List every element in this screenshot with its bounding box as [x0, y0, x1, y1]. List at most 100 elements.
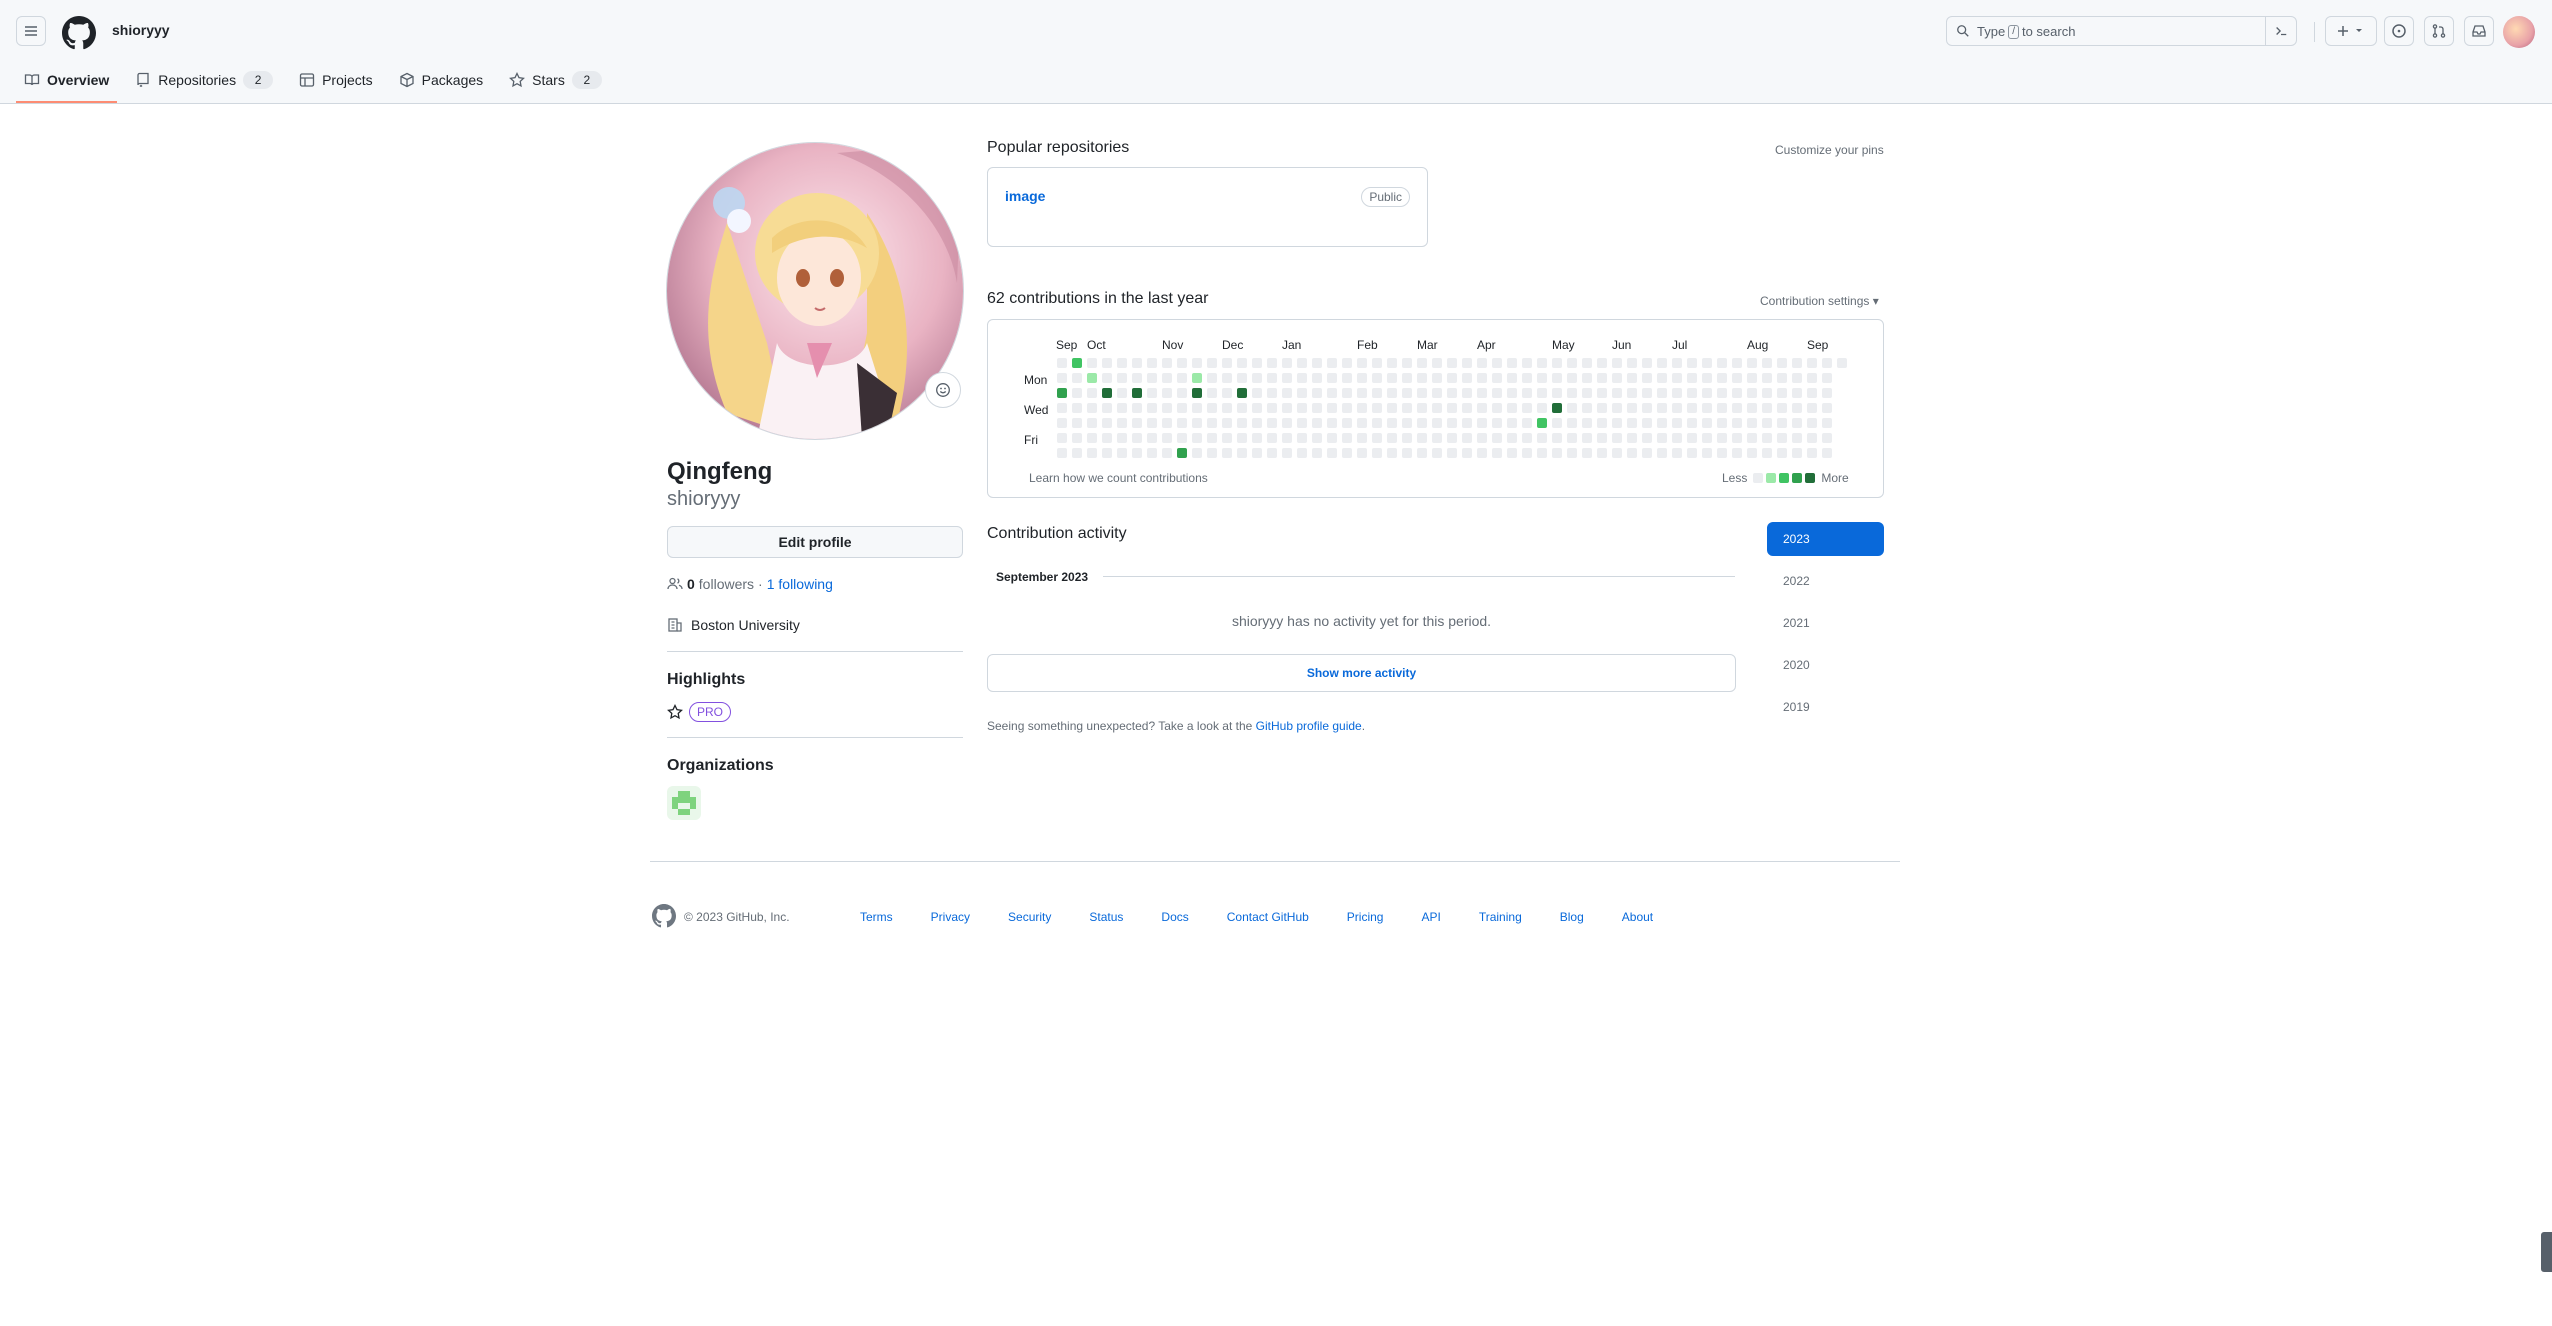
contribution-day[interactable]: [1732, 358, 1742, 368]
contribution-day[interactable]: [1597, 373, 1607, 383]
contribution-day[interactable]: [1387, 448, 1397, 458]
contribution-day[interactable]: [1522, 448, 1532, 458]
contribution-day[interactable]: [1462, 418, 1472, 428]
footer-link[interactable]: Pricing: [1347, 910, 1384, 924]
user-avatar[interactable]: [2503, 16, 2535, 48]
contribution-day[interactable]: [1057, 403, 1067, 413]
contribution-day[interactable]: [1747, 388, 1757, 398]
contribution-day[interactable]: [1522, 418, 1532, 428]
contribution-day[interactable]: [1417, 448, 1427, 458]
contribution-day[interactable]: [1492, 373, 1502, 383]
contribution-day[interactable]: [1417, 373, 1427, 383]
contribution-day[interactable]: [1642, 418, 1652, 428]
show-more-activity-button[interactable]: Show more activity: [987, 654, 1736, 692]
contribution-day[interactable]: [1387, 403, 1397, 413]
contribution-day[interactable]: [1072, 373, 1082, 383]
contribution-day[interactable]: [1357, 448, 1367, 458]
user-breadcrumb[interactable]: shioryyy: [112, 22, 170, 38]
contribution-day[interactable]: [1417, 418, 1427, 428]
contribution-day[interactable]: [1702, 433, 1712, 443]
contribution-day[interactable]: [1402, 388, 1412, 398]
footer-link[interactable]: API: [1421, 910, 1440, 924]
contribution-day[interactable]: [1162, 418, 1172, 428]
contribution-day[interactable]: [1102, 418, 1112, 428]
contribution-day[interactable]: [1507, 403, 1517, 413]
contribution-day[interactable]: [1102, 373, 1112, 383]
contribution-day[interactable]: [1267, 358, 1277, 368]
contribution-day[interactable]: [1492, 448, 1502, 458]
contribution-day[interactable]: [1507, 418, 1517, 428]
year-2020-button[interactable]: 2020: [1767, 648, 1884, 682]
contribution-day[interactable]: [1327, 358, 1337, 368]
contribution-day[interactable]: [1567, 388, 1577, 398]
contribution-day[interactable]: [1447, 448, 1457, 458]
contribution-settings-button[interactable]: Contribution settings ▾: [1760, 294, 1879, 308]
year-2019-button[interactable]: 2019: [1767, 690, 1884, 724]
contribution-day[interactable]: [1312, 388, 1322, 398]
contribution-day[interactable]: [1162, 388, 1172, 398]
contribution-day[interactable]: [1327, 373, 1337, 383]
contribution-day[interactable]: [1447, 433, 1457, 443]
contribution-day[interactable]: [1432, 373, 1442, 383]
contribution-day[interactable]: [1582, 403, 1592, 413]
contribution-day[interactable]: [1747, 403, 1757, 413]
contribution-day[interactable]: [1222, 448, 1232, 458]
contribution-day[interactable]: [1597, 358, 1607, 368]
contribution-day[interactable]: [1762, 418, 1772, 428]
contribution-day[interactable]: [1612, 448, 1622, 458]
contribution-day[interactable]: [1072, 358, 1082, 368]
contribution-day[interactable]: [1597, 388, 1607, 398]
contribution-day[interactable]: [1312, 373, 1322, 383]
contribution-day[interactable]: [1252, 448, 1262, 458]
contribution-day[interactable]: [1462, 388, 1472, 398]
contribution-day[interactable]: [1642, 358, 1652, 368]
contribution-day[interactable]: [1222, 418, 1232, 428]
contribution-day[interactable]: [1807, 373, 1817, 383]
contribution-day[interactable]: [1792, 373, 1802, 383]
contribution-day[interactable]: [1237, 388, 1247, 398]
contribution-day[interactable]: [1657, 358, 1667, 368]
contribution-day[interactable]: [1267, 388, 1277, 398]
contribution-day[interactable]: [1507, 388, 1517, 398]
contribution-day[interactable]: [1702, 448, 1712, 458]
contribution-day[interactable]: [1342, 403, 1352, 413]
contribution-day[interactable]: [1162, 373, 1172, 383]
contribution-day[interactable]: [1432, 448, 1442, 458]
contribution-day[interactable]: [1102, 403, 1112, 413]
contribution-day[interactable]: [1747, 433, 1757, 443]
contribution-day[interactable]: [1417, 403, 1427, 413]
contribution-day[interactable]: [1552, 403, 1562, 413]
contribution-day[interactable]: [1402, 403, 1412, 413]
contribution-day[interactable]: [1462, 433, 1472, 443]
contribution-day[interactable]: [1117, 373, 1127, 383]
contribution-day[interactable]: [1732, 388, 1742, 398]
footer-link[interactable]: Training: [1479, 910, 1522, 924]
contribution-day[interactable]: [1162, 358, 1172, 368]
contribution-day[interactable]: [1732, 448, 1742, 458]
contribution-day[interactable]: [1777, 448, 1787, 458]
year-2021-button[interactable]: 2021: [1767, 606, 1884, 640]
contribution-day[interactable]: [1672, 403, 1682, 413]
contribution-day[interactable]: [1117, 433, 1127, 443]
contribution-day[interactable]: [1492, 388, 1502, 398]
contribution-day[interactable]: [1147, 448, 1157, 458]
contribution-day[interactable]: [1207, 388, 1217, 398]
contribution-day[interactable]: [1702, 418, 1712, 428]
contribution-day[interactable]: [1087, 388, 1097, 398]
contribution-day[interactable]: [1582, 433, 1592, 443]
contribution-day[interactable]: [1507, 433, 1517, 443]
contribution-day[interactable]: [1357, 388, 1367, 398]
tab-stars[interactable]: Stars 2: [501, 66, 610, 94]
contribution-day[interactable]: [1207, 448, 1217, 458]
contribution-day[interactable]: [1462, 373, 1472, 383]
contribution-day[interactable]: [1492, 418, 1502, 428]
contribution-day[interactable]: [1357, 403, 1367, 413]
contribution-day[interactable]: [1222, 403, 1232, 413]
contribution-day[interactable]: [1597, 448, 1607, 458]
contribution-day[interactable]: [1777, 433, 1787, 443]
contribution-day[interactable]: [1417, 433, 1427, 443]
contribution-day[interactable]: [1807, 388, 1817, 398]
contribution-day[interactable]: [1372, 433, 1382, 443]
github-logo-icon[interactable]: [62, 16, 96, 50]
contribution-day[interactable]: [1477, 388, 1487, 398]
